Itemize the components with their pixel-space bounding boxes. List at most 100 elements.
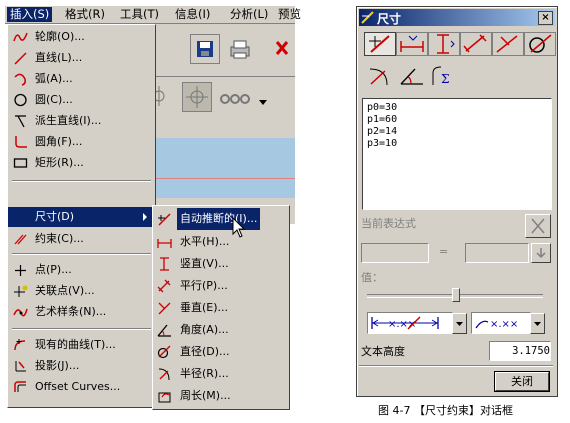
toolbar-divider [155,76,295,77]
parallel-dim-button[interactable] [460,32,492,56]
leader-style-select[interactable]: ×.×× [471,312,531,334]
menu-item-circle[interactable]: 圆(C)... [8,90,155,110]
menu-item-label: 圆(C)... [35,93,73,106]
menu-item-arc[interactable]: 弧(A)... [8,69,155,89]
print-button[interactable] [225,34,255,64]
placement-dropdown-button[interactable] [452,313,467,334]
menu-item-offset-curves[interactable]: Offset Curves... [8,377,155,397]
close-icon[interactable]: × [538,11,553,25]
expression-item[interactable]: p0=30 [367,102,397,113]
text-height-input[interactable]: 3.1750 [489,341,551,361]
expression-item[interactable]: p1=60 [367,114,397,125]
fillet-icon [15,136,27,148]
submenu-item-angular[interactable]: 角度(A)... [153,319,289,341]
expression-item[interactable]: p2=14 [367,126,397,137]
graphics-redline [155,178,295,179]
submenu-item-parallel[interactable]: 平行(P)... [153,275,289,297]
submenu-item-vertical[interactable]: 竖直(V)... [153,253,289,275]
menu-item-project[interactable]: 投影(J)... [8,356,155,376]
menu-item-rectangle[interactable]: 矩形(R)... [8,153,155,173]
menu-item-line[interactable]: 直线(L)... [8,48,155,68]
menu-item-associative-point[interactable]: 关联点(V)... [8,281,155,301]
perimeter-dim-button[interactable]: Σ [428,64,460,88]
value-slider-thumb[interactable] [452,288,460,302]
point-icon [15,265,26,276]
dialog-separator [359,365,553,367]
menu-analysis[interactable]: 分析(L) [227,7,271,22]
horizontal-dim-button[interactable] [396,32,428,56]
graphics-window [155,138,295,198]
svg-text:×.××: ×.×× [490,319,518,330]
delete-x-icon [531,218,545,234]
menu-item-label: 现有的曲线(T)... [35,338,116,351]
expression-name-field[interactable] [361,243,429,263]
submenu-item-radius[interactable]: 半径(R)... [153,363,289,385]
chevron-down-icon [534,322,541,326]
expression-down-button[interactable] [531,243,551,263]
delete-expression-button[interactable] [525,214,551,238]
dialog-titlebar: 尺寸 × [359,9,555,26]
expression-item[interactable]: p3=10 [367,138,397,149]
vertical-dim-icon [437,34,455,54]
menu-item-label: 轮廓(O)... [35,30,85,43]
menu-item-spline[interactable]: 艺术样条(N)... [8,302,155,322]
menu-tools[interactable]: 工具(T) [117,7,162,22]
value-label: 值： [361,271,383,284]
menu-info[interactable]: 信息(I) [172,7,213,22]
radius-dim-icon [158,368,170,381]
submenu-item-inferred[interactable]: 自动推断的(I)... [153,208,289,230]
rectangle-icon [13,158,28,168]
expression-list[interactable]: p0=30 p1=60 p2=14 p3=10 [362,98,552,210]
submenu-item-label: 竖直(V)... [180,257,229,270]
menu-preview[interactable]: 预览 [275,7,304,22]
menu-item-existing-curve[interactable]: 现有的曲线(T)... [8,335,155,355]
menu-insert[interactable]: 插入(S) [7,7,53,22]
submenu-item-label: 水平(H)... [180,235,230,248]
close-button[interactable]: 关闭 [494,371,550,392]
expression-value-field[interactable] [465,243,529,263]
dimension-dialog: 尺寸 × Σ p0=30 p1=60 p2=14 p3=10 当前表达式 = 值… [356,6,558,397]
perpendicular-dim-button[interactable] [492,32,524,56]
menu-item-fillet[interactable]: 圆角(F)... [8,132,155,152]
dialog-title: 尺寸 [377,12,402,26]
chevron-down-icon [456,322,463,326]
diameter-dim-button[interactable] [524,32,556,56]
perpendicular-dim-icon [158,302,171,315]
chain-icon[interactable] [220,92,250,109]
angular-dim-icon [157,324,171,337]
menu-item-constraint[interactable]: 约束(C)... [8,229,155,249]
submenu-item-label: 直径(D)... [180,345,230,358]
menu-item-point[interactable]: 点(P)... [8,260,155,280]
menu-item-label: 约束(C)... [35,232,84,245]
inferred-dim-button[interactable] [364,32,396,56]
radius-dim-button[interactable] [364,64,396,88]
vertical-dim-button[interactable] [428,32,460,56]
vertical-dim-icon [160,257,169,271]
menu-item-label: 关联点(V)... [35,284,95,297]
figure-caption: 图 4-7 【尺寸约束】对话框 [378,404,513,417]
menu-item-label: Offset Curves... [35,380,121,393]
leader-dropdown-button[interactable] [530,313,545,334]
angular-dim-button[interactable] [396,64,428,88]
submenu-item-label: 自动推断的(I)... [177,208,261,230]
existing-curve-icon [14,339,26,351]
menu-format[interactable]: 格式(R) [62,7,108,22]
radius-dim-icon [369,68,388,86]
submenu-item-perimeter[interactable]: 周长(M)... [153,385,289,407]
dimension-placement-select[interactable]: ×.×× [367,312,453,334]
submenu-item-label: 角度(A)... [180,323,229,336]
dropdown-arrow-icon[interactable] [259,96,267,109]
perimeter-dim-icon [158,392,171,403]
menu-item-profile[interactable]: 轮廓(O)... [8,27,155,47]
menu-item-label: 尺寸(D) [35,210,75,223]
submenu-item-horizontal[interactable]: 水平(H)... [153,231,289,253]
submenu-item-perpendicular[interactable]: 垂直(E)... [153,297,289,319]
delete-icon[interactable] [275,38,289,61]
submenu-item-diameter[interactable]: 直径(D)... [153,341,289,363]
menu-item-derived-line[interactable]: 派生直线(I)... [8,111,155,131]
point-snap-button[interactable] [182,82,212,112]
menu-item-dimension[interactable]: 尺寸(D) [8,207,155,227]
snap-icon[interactable] [153,84,175,111]
save-button[interactable] [190,34,220,64]
dim-placement-icon: ×.×× [371,316,439,330]
